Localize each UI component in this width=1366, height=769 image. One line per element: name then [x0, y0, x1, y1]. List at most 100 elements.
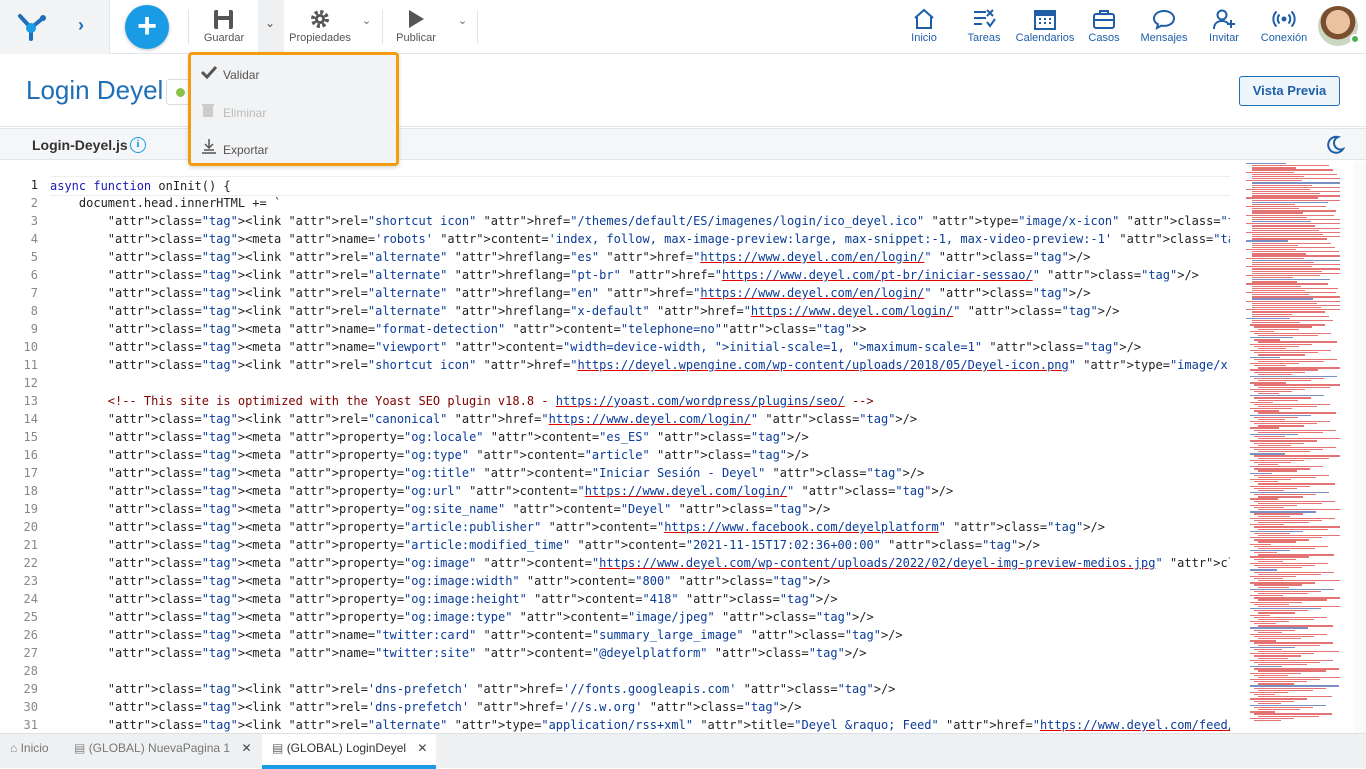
- code-line[interactable]: 25 "attr">class="tag"><meta "attr">prope…: [0, 608, 1366, 626]
- minimap-line: [1254, 642, 1333, 644]
- line-number: 27: [23, 646, 38, 660]
- code-line[interactable]: 1 async function onInit() {: [0, 176, 1366, 196]
- code-editor[interactable]: 1 async function onInit() {2 document.hea…: [0, 161, 1366, 733]
- code-line[interactable]: 7 "attr">class="tag"><link "attr">rel="a…: [0, 284, 1366, 302]
- info-icon[interactable]: i: [130, 137, 146, 153]
- code-line[interactable]: 4 "attr">class="tag"><meta "attr">name='…: [0, 230, 1366, 248]
- code-line[interactable]: 11 "attr">class="tag"><link "attr">rel="…: [0, 356, 1366, 374]
- nav-tasks[interactable]: Tareas: [964, 8, 1004, 44]
- minimap-line: [1250, 543, 1271, 545]
- code-line[interactable]: 27 "attr">class="tag"><meta "attr">name=…: [0, 644, 1366, 662]
- minimap-line: [1258, 644, 1320, 646]
- minimap-line: [1252, 285, 1301, 287]
- nav-connection[interactable]: Conexión: [1259, 8, 1309, 44]
- minimap-line: [1252, 233, 1323, 236]
- minimap-line: [1254, 468, 1310, 470]
- code-line[interactable]: 22 "attr">class="tag"><meta "attr">prope…: [0, 554, 1366, 572]
- save-options-dropdown-button[interactable]: ⌄: [258, 0, 284, 52]
- minimap-line: [1254, 507, 1284, 509]
- code-line[interactable]: 26 "attr">class="tag"><meta "attr">name=…: [0, 626, 1366, 644]
- code-line[interactable]: 12: [0, 374, 1366, 392]
- code-line[interactable]: 28: [0, 662, 1366, 680]
- minimap-line: [1254, 584, 1302, 586]
- close-icon[interactable]: ✕: [417, 741, 427, 755]
- code-line[interactable]: 19 "attr">class="tag"><meta "attr">prope…: [0, 500, 1366, 518]
- minimap-line: [1250, 562, 1328, 565]
- add-button[interactable]: +: [125, 5, 169, 49]
- code-line[interactable]: 15 "attr">class="tag"><meta "attr">prope…: [0, 428, 1366, 446]
- publish-button[interactable]: Publicar: [392, 6, 440, 50]
- minimap-line: [1250, 550, 1290, 552]
- minimap-line: [1252, 193, 1320, 195]
- code-line[interactable]: 29 "attr">class="tag"><link "attr">rel='…: [0, 680, 1366, 698]
- code-line[interactable]: 24 "attr">class="tag"><meta "attr">prope…: [0, 590, 1366, 608]
- minimap-line: [1258, 638, 1301, 640]
- code-line[interactable]: 9 "attr">class="tag"><meta "attr">name="…: [0, 320, 1366, 338]
- code-line[interactable]: 23 "attr">class="tag"><meta "attr">prope…: [0, 572, 1366, 590]
- code-line[interactable]: 14 "attr">class="tag"><link "attr">rel="…: [0, 410, 1366, 428]
- minimap-line: [1250, 575, 1296, 578]
- nav-cases[interactable]: Casos: [1086, 8, 1122, 44]
- nav-calendars[interactable]: Calendarios: [1014, 8, 1076, 44]
- minimap-line: [1254, 410, 1279, 412]
- tab-home[interactable]: ⌂ Inicio: [10, 734, 66, 769]
- online-status-indicator: [1350, 34, 1360, 44]
- code-line[interactable]: 5 "attr">class="tag"><link "attr">rel="a…: [0, 248, 1366, 266]
- nav-home[interactable]: Inicio: [906, 8, 942, 44]
- code-line[interactable]: 13 <!-- This site is optimized with the …: [0, 392, 1366, 410]
- validate-menu-item[interactable]: Validar: [200, 63, 259, 87]
- code-text: "attr">class="tag"><meta "attr">property…: [107, 574, 831, 588]
- close-icon[interactable]: ✕: [241, 741, 251, 755]
- line-number: 5: [30, 250, 38, 264]
- code-text: "attr">class="tag"><link "attr">rel="alt…: [107, 304, 1120, 318]
- code-line[interactable]: 31 "attr">class="tag"><link "attr">rel="…: [0, 716, 1366, 733]
- connection-icon: [1272, 10, 1296, 28]
- checkmark-icon: [200, 63, 223, 87]
- nav-invite[interactable]: Invitar: [1206, 8, 1242, 44]
- code-line[interactable]: 18 "attr">class="tag"><meta "attr">prope…: [0, 482, 1366, 500]
- code-line[interactable]: 16 "attr">class="tag"><meta "attr">prope…: [0, 446, 1366, 464]
- add-user-icon: [1213, 9, 1235, 30]
- preview-button[interactable]: Vista Previa: [1239, 76, 1340, 106]
- divider: [188, 10, 189, 44]
- minimap-line: [1250, 511, 1316, 513]
- code-line[interactable]: 30 "attr">class="tag"><link "attr">rel='…: [0, 698, 1366, 716]
- minimap-line: [1250, 337, 1293, 339]
- code-text: "attr">class="tag"><meta "attr">name="fo…: [107, 322, 867, 336]
- properties-button[interactable]: Propiedades: [286, 6, 354, 50]
- code-line[interactable]: 17 "attr">class="tag"><meta "attr">prope…: [0, 464, 1366, 482]
- minimap-line: [1246, 171, 1294, 173]
- moon-icon[interactable]: [1325, 135, 1345, 155]
- minimap-line: [1258, 702, 1281, 704]
- code-line[interactable]: 10 "attr">class="tag"><meta "attr">name=…: [0, 338, 1366, 356]
- properties-chevron-down-icon[interactable]: ⌄: [362, 14, 371, 27]
- code-line[interactable]: 2 document.head.innerHTML += `: [0, 194, 1366, 212]
- expand-menu-chevron-icon[interactable]: ›: [78, 15, 84, 36]
- minimap-line: [1250, 627, 1308, 629]
- code-line[interactable]: 21 "attr">class="tag"><meta "attr">prope…: [0, 536, 1366, 554]
- line-number: 28: [23, 664, 38, 678]
- tab-logindeyel[interactable]: ▤ (GLOBAL) LoginDeyel ✕: [262, 734, 436, 769]
- code-line[interactable]: 20 "attr">class="tag"><meta "attr">prope…: [0, 518, 1366, 536]
- code-line[interactable]: 8 "attr">class="tag"><link "attr">rel="a…: [0, 302, 1366, 320]
- minimap-line: [1258, 393, 1279, 395]
- minimap-line: [1250, 595, 1283, 597]
- tab-nuevapagina[interactable]: ▤ (GLOBAL) NuevaPagina 1 ✕: [74, 734, 254, 769]
- save-button[interactable]: Guardar: [198, 6, 250, 50]
- minimap-line: [1258, 335, 1318, 337]
- vertical-scrollbar[interactable]: [1354, 161, 1366, 733]
- minimap-line: [1250, 691, 1288, 694]
- minimap-line: [1254, 423, 1317, 425]
- nav-messages[interactable]: Mensajes: [1138, 8, 1190, 44]
- code-line[interactable]: 3 "attr">class="tag"><link "attr">rel="s…: [0, 212, 1366, 230]
- code-line[interactable]: 6 "attr">class="tag"><link "attr">rel="a…: [0, 266, 1366, 284]
- minimap-line: [1254, 706, 1313, 709]
- publish-chevron-down-icon[interactable]: ⌄: [458, 14, 467, 27]
- export-menu-item[interactable]: Exportar: [201, 138, 268, 162]
- minimap-line: [1258, 696, 1332, 698]
- publish-label: Publicar: [396, 32, 436, 44]
- minimap-line: [1250, 395, 1324, 397]
- code-minimap[interactable]: [1236, 161, 1352, 733]
- minimap-line: [1258, 367, 1340, 369]
- deyel-logo[interactable]: [14, 10, 48, 42]
